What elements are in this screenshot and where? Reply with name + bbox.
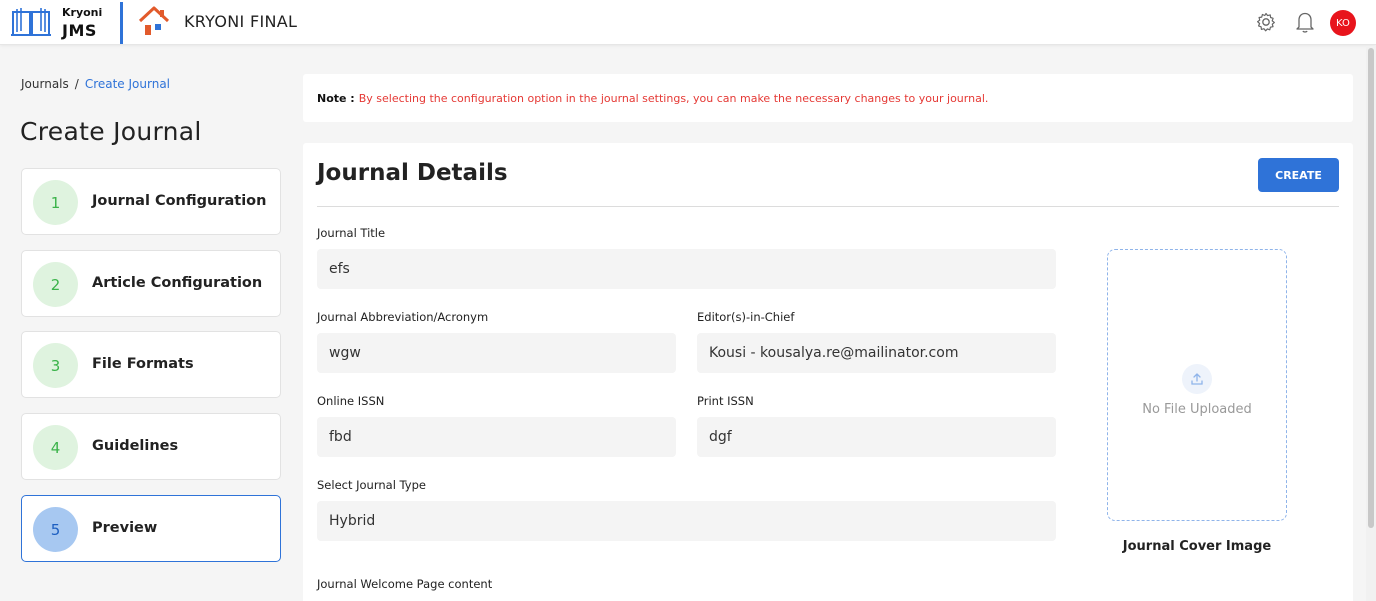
abbreviation-field[interactable]: wgw (317, 333, 676, 373)
step-number: 5 (33, 507, 78, 552)
user-avatar[interactable]: KO (1330, 10, 1356, 36)
step-number: 3 (33, 343, 78, 388)
step-label: File Formats (92, 356, 194, 372)
step-label: Guidelines (92, 438, 179, 454)
step-journal-configuration[interactable]: 1 Journal Configuration (21, 168, 281, 235)
cover-image-label: Journal Cover Image (1122, 539, 1272, 554)
online-issn-label: Online ISSN (317, 394, 385, 408)
step-number: 1 (33, 180, 78, 225)
step-label: Preview (92, 520, 158, 536)
print-issn-field[interactable]: dgf (697, 417, 1056, 457)
journal-details-card: Journal Details CREATE Journal Title efs… (303, 143, 1353, 601)
journal-title-label: Journal Title (317, 226, 386, 240)
bell-icon[interactable] (1294, 10, 1316, 34)
editor-in-chief-label: Editor(s)-in-Chief (697, 310, 795, 324)
cover-image-upload[interactable]: No File Uploaded (1107, 249, 1287, 521)
step-preview[interactable]: 5 Preview (21, 495, 281, 562)
breadcrumb: Journals / Create Journal (21, 77, 170, 91)
journal-type-label: Select Journal Type (317, 478, 426, 492)
card-title: Journal Details (317, 160, 508, 186)
step-label: Journal Configuration (92, 193, 267, 209)
settings-icon[interactable] (1256, 12, 1276, 32)
step-number: 4 (33, 425, 78, 470)
welcome-content-label: Journal Welcome Page content (317, 577, 493, 591)
breadcrumb-journals[interactable]: Journals (21, 77, 69, 91)
step-article-configuration[interactable]: 2 Article Configuration (21, 250, 281, 317)
journal-type-select[interactable]: Hybrid (317, 501, 1056, 541)
journal-title-field[interactable]: efs (317, 249, 1056, 289)
abbreviation-label: Journal Abbreviation/Acronym (317, 310, 489, 324)
app-logo[interactable]: Kryoni JMS (10, 3, 115, 43)
upload-icon (1182, 364, 1212, 394)
app-title: KRYONI FINAL (184, 12, 298, 31)
note-banner: Note : By selecting the configuration op… (303, 74, 1353, 122)
home-icon[interactable] (137, 5, 171, 37)
note-text: By selecting the configuration option in… (358, 91, 989, 105)
step-number: 2 (33, 262, 78, 307)
book-logo-icon (11, 8, 51, 36)
editor-in-chief-field[interactable]: Kousi - kousalya.re@mailinator.com (697, 333, 1056, 373)
step-file-formats[interactable]: 3 File Formats (21, 331, 281, 398)
print-issn-label: Print ISSN (697, 394, 754, 408)
breadcrumb-create-journal[interactable]: Create Journal (85, 77, 170, 91)
logo-text-bottom: JMS (62, 21, 97, 40)
step-guidelines[interactable]: 4 Guidelines (21, 413, 281, 480)
create-button[interactable]: CREATE (1258, 158, 1339, 192)
logo-text-top: Kryoni (62, 6, 103, 19)
breadcrumb-separator: / (74, 77, 79, 91)
note-label: Note : (317, 91, 355, 105)
top-header: Kryoni JMS KRYONI FINAL KO (0, 0, 1376, 45)
upload-placeholder: No File Uploaded (1142, 402, 1252, 417)
online-issn-field[interactable]: fbd (317, 417, 676, 457)
page-title: Create Journal (20, 117, 202, 146)
header-divider (120, 2, 123, 44)
step-label: Article Configuration (92, 275, 263, 291)
card-divider (317, 206, 1339, 207)
scrollbar-thumb[interactable] (1368, 48, 1374, 528)
